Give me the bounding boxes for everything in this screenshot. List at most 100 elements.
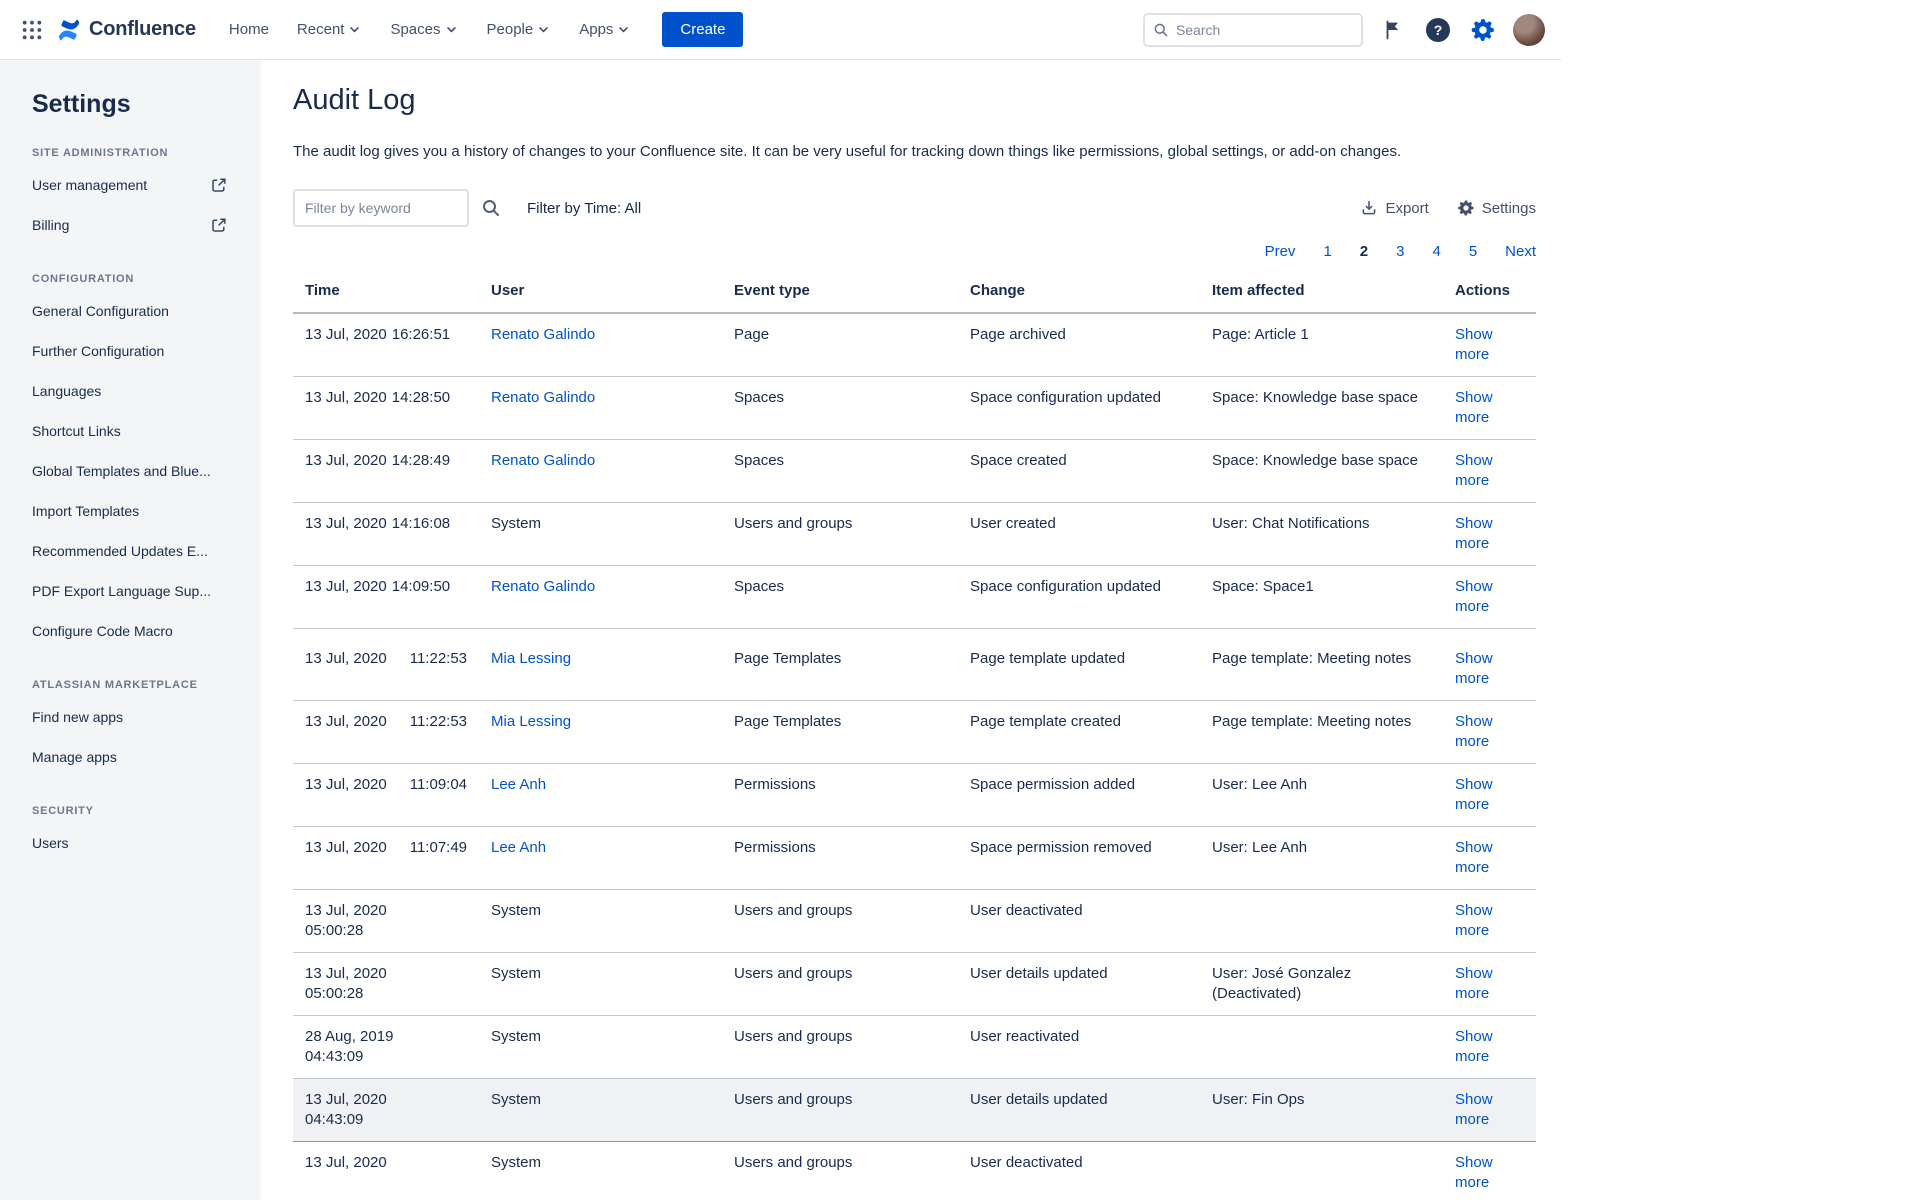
nav-item-label: Apps xyxy=(579,21,613,38)
sidebar-item-further-configuration[interactable]: Further Configuration xyxy=(32,331,241,371)
pagination-page-5[interactable]: 5 xyxy=(1469,243,1477,260)
pagination-page-4[interactable]: 4 xyxy=(1432,243,1440,260)
filter-search-icon[interactable] xyxy=(481,198,501,218)
table-row: 13 Jul, 202004:43:09SystemUsers and grou… xyxy=(293,1078,1536,1141)
app-switcher-icon[interactable] xyxy=(16,14,48,46)
show-more-link[interactable]: Show more xyxy=(1455,578,1493,615)
sidebar-item-find-new-apps[interactable]: Find new apps xyxy=(32,697,241,737)
sidebar-item-label: Further Configuration xyxy=(32,343,164,359)
sidebar-item-import-templates[interactable]: Import Templates xyxy=(32,491,241,531)
event-date: 13 Jul, 2020 xyxy=(305,578,387,595)
change-description: User deactivated xyxy=(970,902,1083,919)
user-link[interactable]: Renato Galindo xyxy=(491,578,595,595)
pagination: Prev 1 2 3 4 5 Next xyxy=(293,243,1536,260)
sidebar-item-users[interactable]: Users xyxy=(32,823,241,863)
event-time: 11:09:04 xyxy=(410,776,467,793)
sidebar-item-global-templates-and-blue[interactable]: Global Templates and Blue... xyxy=(32,451,241,491)
column-header-item-affected: Item affected xyxy=(1200,274,1443,313)
sidebar-item-pdf-export-language-sup[interactable]: PDF Export Language Sup... xyxy=(32,571,241,611)
show-more-link[interactable]: Show more xyxy=(1455,326,1493,363)
nav-item-home[interactable]: Home xyxy=(218,13,280,46)
sidebar-item-configure-code-macro[interactable]: Configure Code Macro xyxy=(32,611,241,651)
event-date: 13 Jul, 2020 xyxy=(305,964,471,984)
user-link[interactable]: Lee Anh xyxy=(491,839,546,856)
show-more-link[interactable]: Show more xyxy=(1455,452,1493,489)
event-type: Users and groups xyxy=(734,1154,852,1171)
sidebar-item-label: Global Templates and Blue... xyxy=(32,463,211,479)
confluence-home-link[interactable]: Confluence xyxy=(56,17,196,43)
grid-icon xyxy=(21,19,43,41)
export-label: Export xyxy=(1385,200,1428,217)
search-input[interactable] xyxy=(1176,22,1353,38)
avatar[interactable] xyxy=(1513,14,1545,46)
event-date: 28 Aug, 2019 xyxy=(305,1027,471,1047)
show-more-link[interactable]: Show more xyxy=(1455,839,1493,876)
table-row: 13 Jul, 202014:16:08SystemUsers and grou… xyxy=(293,503,1536,566)
audit-settings-button[interactable]: Settings xyxy=(1457,199,1536,217)
show-more-link[interactable]: Show more xyxy=(1455,389,1493,426)
sidebar-item-languages[interactable]: Languages xyxy=(32,371,241,411)
create-button[interactable]: Create xyxy=(662,12,743,47)
pagination-page-current[interactable]: 2 xyxy=(1360,243,1368,260)
gear-icon xyxy=(1457,199,1475,217)
change-description: User reactivated xyxy=(970,1028,1079,1045)
sidebar-item-label: Billing xyxy=(32,217,69,233)
user-link[interactable]: Mia Lessing xyxy=(491,650,571,667)
filter-keyword-input[interactable] xyxy=(293,189,469,227)
nav-item-spaces[interactable]: Spaces xyxy=(379,13,469,46)
pagination-next[interactable]: Next xyxy=(1505,243,1536,260)
pagination-page-3[interactable]: 3 xyxy=(1396,243,1404,260)
user-name: System xyxy=(491,1028,541,1045)
sidebar-item-shortcut-links[interactable]: Shortcut Links xyxy=(32,411,241,451)
user-link[interactable]: Renato Galindo xyxy=(491,452,595,469)
export-icon xyxy=(1360,199,1378,217)
show-more-link[interactable]: Show more xyxy=(1455,1028,1493,1065)
event-time: 11:07:49 xyxy=(410,839,467,856)
show-more-link[interactable]: Show more xyxy=(1455,965,1493,1002)
show-more-link[interactable]: Show more xyxy=(1455,1091,1493,1128)
external-link-icon xyxy=(211,217,227,233)
change-description: Space permission removed xyxy=(970,839,1152,856)
show-more-link[interactable]: Show more xyxy=(1455,902,1493,939)
user-link[interactable]: Lee Anh xyxy=(491,776,546,793)
announcement-flag-icon[interactable] xyxy=(1378,15,1408,45)
user-link[interactable]: Mia Lessing xyxy=(491,713,571,730)
event-time: 16:26:51 xyxy=(392,326,450,343)
top-navigation: Confluence HomeRecentSpaces People Apps Cr… xyxy=(0,0,1561,60)
sidebar-item-recommended-updates-e[interactable]: Recommended Updates E... xyxy=(32,531,241,571)
user-name: System xyxy=(491,515,541,532)
nav-item-label: People xyxy=(487,21,534,38)
sidebar-item-manage-apps[interactable]: Manage apps xyxy=(32,737,241,777)
help-icon[interactable]: ? xyxy=(1423,15,1453,45)
pagination-page-1[interactable]: 1 xyxy=(1323,243,1331,260)
sidebar-section-heading-atlassian-marketplace: ATLASSIAN MARKETPLACE xyxy=(32,679,241,691)
sidebar-item-billing[interactable]: Billing xyxy=(32,205,241,245)
event-type: Users and groups xyxy=(734,1091,852,1108)
sidebar-item-label: Manage apps xyxy=(32,749,117,765)
sidebar-item-label: User management xyxy=(32,177,147,193)
show-more-link[interactable]: Show more xyxy=(1455,1154,1493,1191)
sidebar-item-general-configuration[interactable]: General Configuration xyxy=(32,291,241,331)
settings-gear-icon[interactable] xyxy=(1468,15,1498,45)
show-more-link[interactable]: Show more xyxy=(1455,515,1493,552)
table-group-spacer xyxy=(293,629,1536,638)
user-link[interactable]: Renato Galindo xyxy=(491,389,595,406)
nav-item-apps[interactable]: Apps xyxy=(568,13,642,46)
time-filter-dropdown[interactable]: Filter by Time: All xyxy=(527,200,641,217)
confluence-app: Confluence HomeRecentSpaces People Apps Cr… xyxy=(0,0,1561,1200)
item-affected: User: José Gonzalez (Deactivated) xyxy=(1212,965,1351,1002)
column-header-event-type: Event type xyxy=(722,274,958,313)
nav-item-recent[interactable]: Recent xyxy=(286,13,374,46)
event-date: 13 Jul, 2020 xyxy=(305,1090,471,1110)
show-more-link[interactable]: Show more xyxy=(1455,776,1493,813)
show-more-link[interactable]: Show more xyxy=(1455,650,1493,687)
gear-icon xyxy=(1470,17,1496,43)
nav-item-people[interactable]: People xyxy=(476,13,563,46)
sidebar-item-user-management[interactable]: User management xyxy=(32,165,241,205)
user-link[interactable]: Renato Galindo xyxy=(491,326,595,343)
pagination-prev[interactable]: Prev xyxy=(1265,243,1296,260)
show-more-link[interactable]: Show more xyxy=(1455,713,1493,750)
export-button[interactable]: Export xyxy=(1360,199,1428,217)
sidebar-item-label: Recommended Updates E... xyxy=(32,543,208,559)
global-search[interactable] xyxy=(1143,13,1363,47)
